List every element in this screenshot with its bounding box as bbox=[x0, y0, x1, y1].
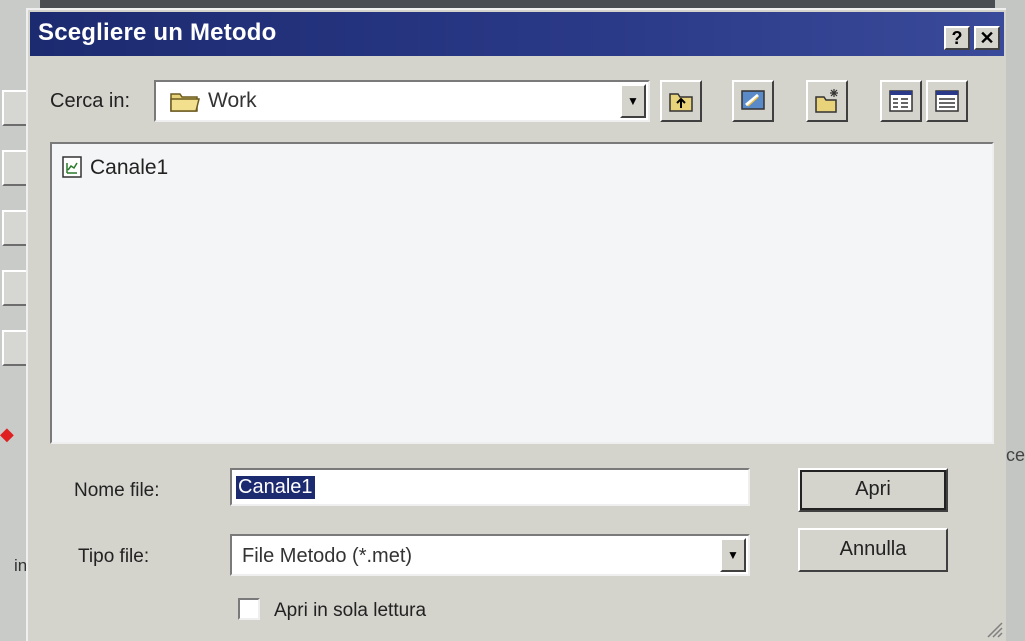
file-type-select[interactable]: File Metodo (*.met) ▼ bbox=[230, 534, 750, 576]
look-in-value: Work bbox=[208, 89, 257, 112]
chevron-down-icon[interactable]: ▼ bbox=[620, 84, 646, 118]
file-name-value: Canale1 bbox=[236, 476, 315, 499]
resize-grip-icon[interactable] bbox=[982, 617, 1004, 639]
readonly-checkbox[interactable] bbox=[238, 598, 260, 620]
desktop-icon bbox=[741, 90, 765, 110]
open-button[interactable]: Apri bbox=[798, 468, 948, 512]
dialog-title: Scegliere un Metodo bbox=[38, 19, 277, 46]
details-view-button[interactable] bbox=[926, 80, 968, 122]
title-bar[interactable]: Scegliere un Metodo ? ✕ bbox=[30, 12, 1004, 56]
cancel-button[interactable]: Annulla bbox=[798, 528, 948, 572]
close-button[interactable]: ✕ bbox=[974, 26, 1000, 50]
method-file-icon bbox=[62, 156, 82, 178]
file-name-label: Nome file: bbox=[74, 480, 160, 501]
open-dialog: Scegliere un Metodo ? ✕ Cerca in: Work ▼ bbox=[26, 8, 1006, 641]
up-one-level-icon bbox=[669, 93, 693, 112]
list-view-button[interactable] bbox=[880, 80, 922, 122]
file-list[interactable]: Canale1 bbox=[50, 142, 994, 444]
new-folder-button[interactable] bbox=[806, 80, 848, 122]
help-button[interactable]: ? bbox=[944, 26, 970, 50]
up-one-level-button[interactable] bbox=[660, 80, 702, 122]
list-view-icon bbox=[889, 90, 913, 112]
look-in-label: Cerca in: bbox=[50, 90, 131, 112]
arrow-icon: ◆ bbox=[0, 424, 14, 444]
new-folder-icon bbox=[815, 89, 838, 113]
chevron-down-icon[interactable]: ▼ bbox=[720, 538, 746, 572]
file-type-label: Tipo file: bbox=[78, 546, 150, 567]
details-view-icon bbox=[935, 90, 959, 112]
file-name: Canale1 bbox=[90, 156, 169, 179]
folder-icon bbox=[170, 93, 200, 112]
background-text-right: ce bbox=[1005, 445, 1025, 465]
desktop-button[interactable] bbox=[732, 80, 774, 122]
file-type-value: File Metodo (*.met) bbox=[242, 545, 413, 567]
look-in-select[interactable]: Work ▼ bbox=[154, 80, 650, 122]
file-name-field[interactable]: Canale1 bbox=[230, 468, 750, 506]
readonly-label: Apri in sola lettura bbox=[274, 600, 427, 621]
